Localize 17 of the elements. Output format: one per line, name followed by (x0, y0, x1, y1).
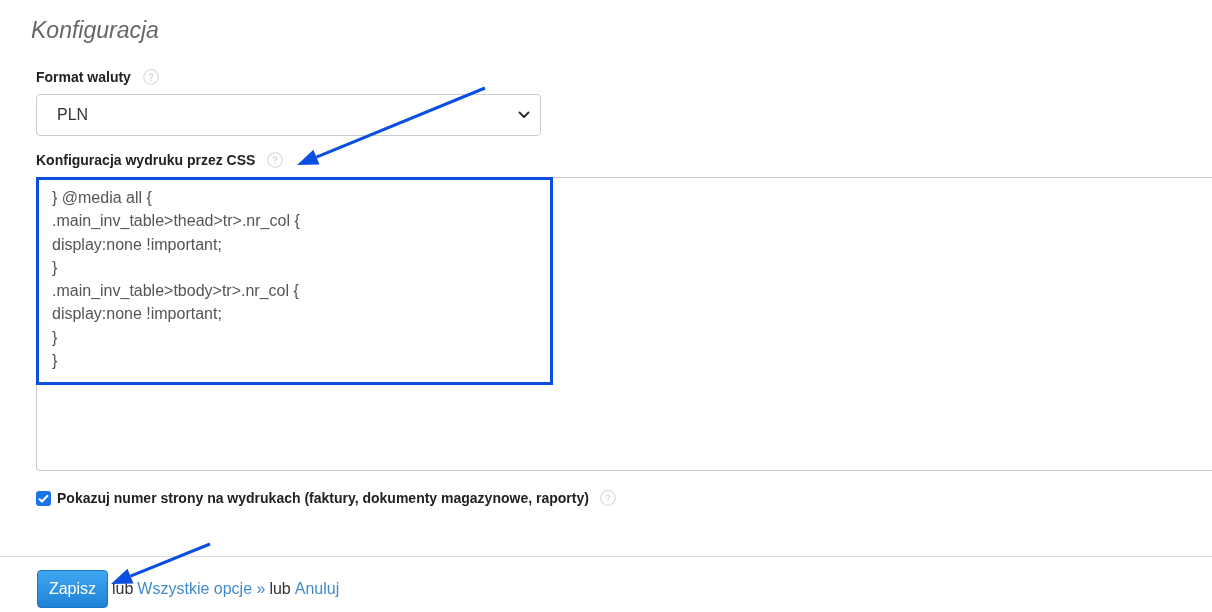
help-icon[interactable] (267, 152, 284, 168)
css-textarea[interactable]: } @media all { .main_inv_table>thead>tr>.nr_col { display:none !important; } .main_inv_table>tbody>tr>.nr_col { display:none !important; } } (36, 177, 1212, 471)
checkbox-label: Pokazuj numer strony na wydrukach (faktury, dokumenty magazynowe, raporty) (57, 488, 589, 508)
save-button[interactable]: Zapisz (37, 570, 108, 608)
link[interactable]: Anuluj (294, 577, 340, 601)
link[interactable]: Wszystkie opcje » (137, 577, 266, 601)
footer-text: lub (112, 579, 134, 599)
checkbox[interactable] (36, 490, 51, 506)
field-label: Format waluty (36, 67, 131, 87)
page-title: Konfiguracja (31, 16, 159, 44)
chevron-down-icon (518, 111, 530, 119)
footer-text: lub (269, 579, 291, 599)
help-icon[interactable] (599, 490, 616, 506)
field-label: Konfiguracja wydruku przez CSS (36, 150, 256, 170)
help-icon[interactable] (142, 69, 159, 85)
checkmark-icon (38, 493, 49, 503)
currency-select[interactable]: PLN (36, 94, 541, 136)
